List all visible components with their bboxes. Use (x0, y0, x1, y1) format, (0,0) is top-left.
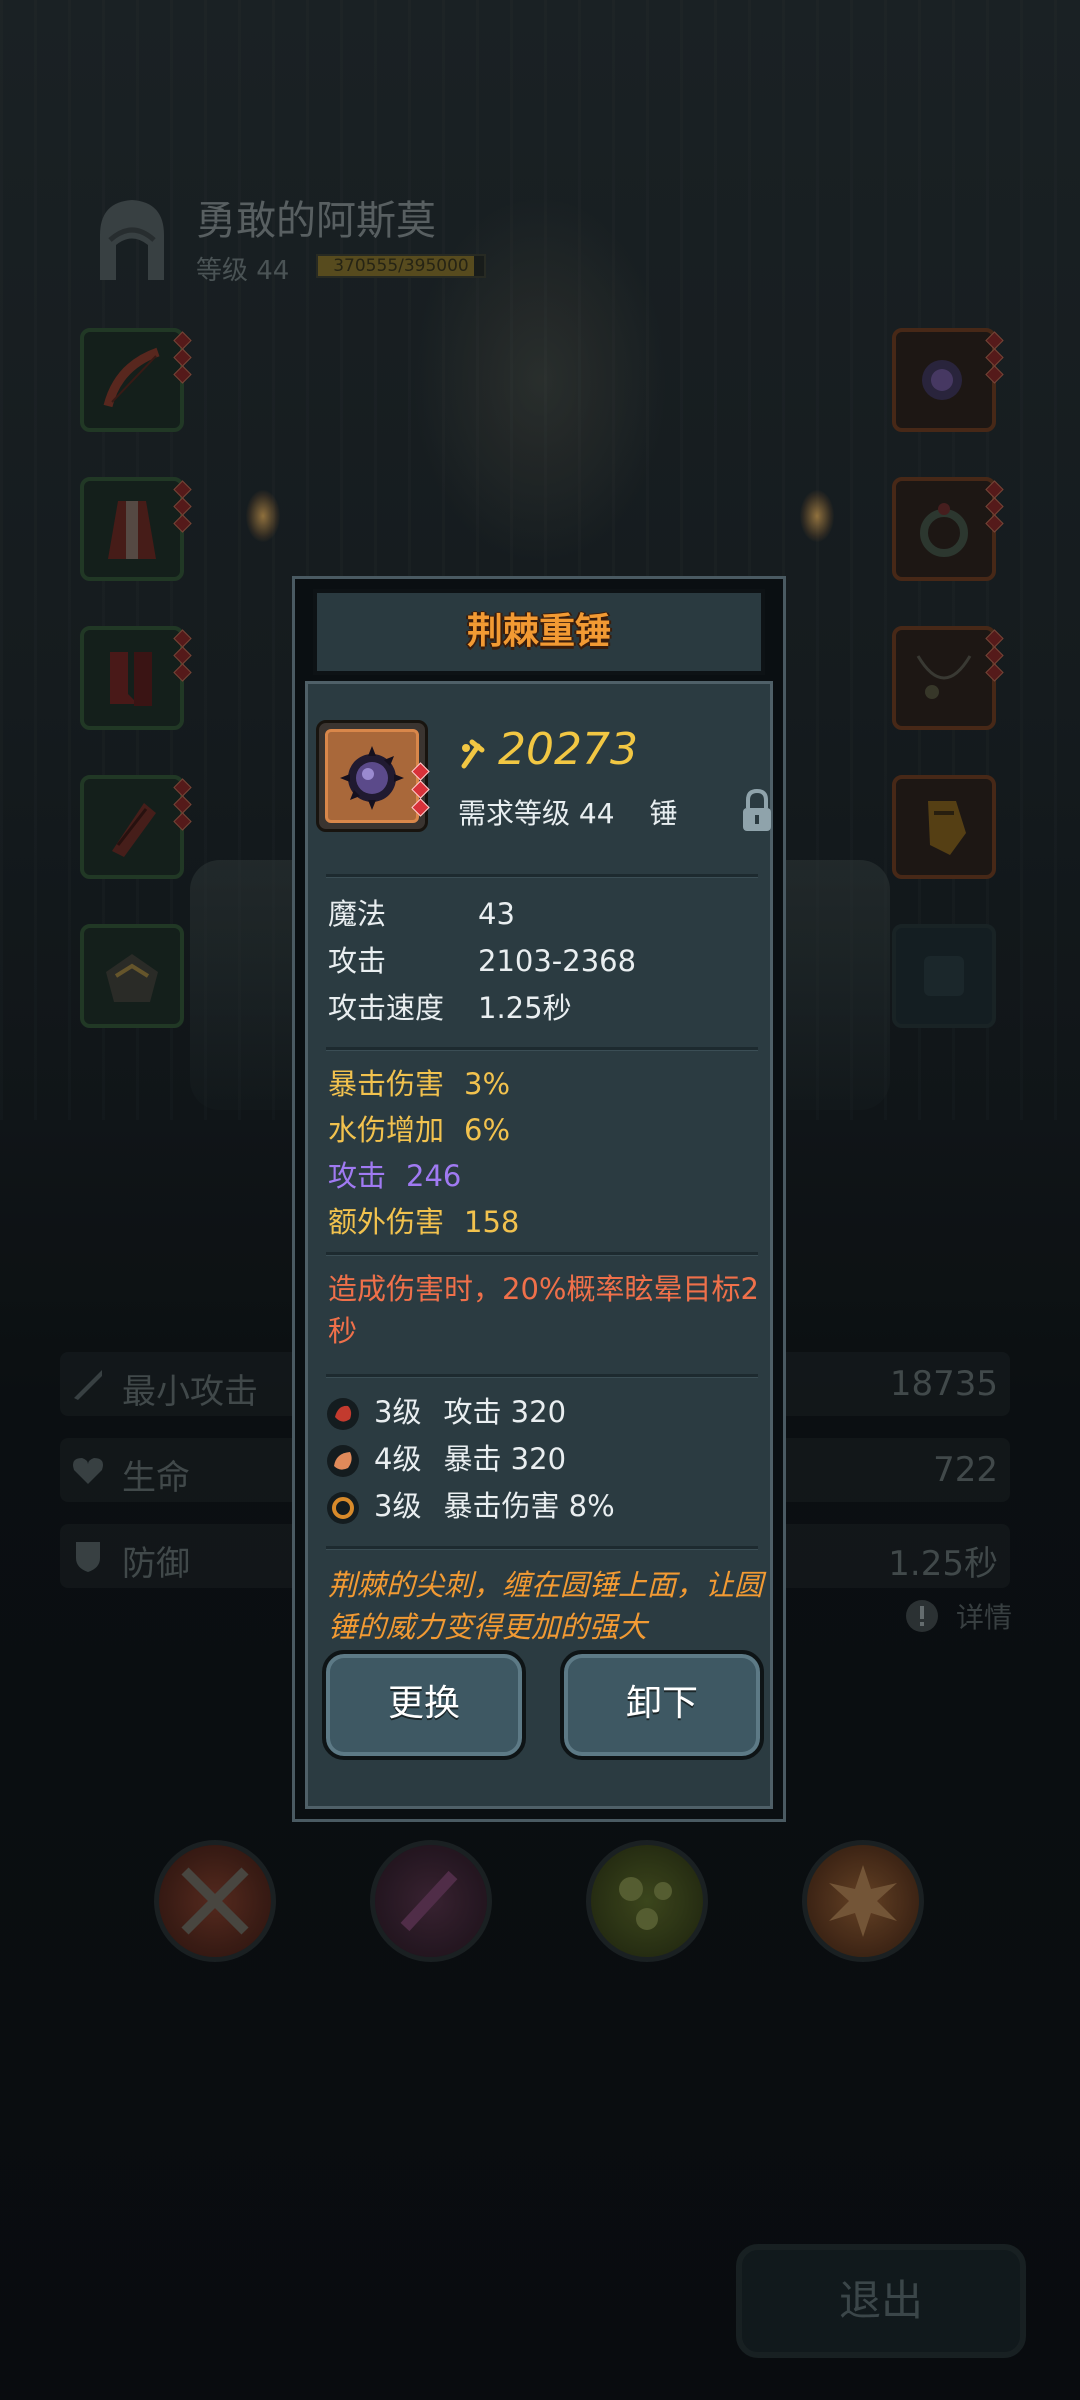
stat-value: 6% (464, 1113, 511, 1147)
item-icon-bg (325, 729, 419, 823)
item-icon-frame (316, 720, 430, 832)
gem-level: 4级 (374, 1442, 422, 1476)
power-value: 20273 (498, 724, 638, 775)
item-type: 锤 (649, 797, 678, 830)
gem-row: 3级 暴击伤害 8% (326, 1486, 615, 1526)
special-effect: 造成伤害时，20%概率眩晕目标2秒 (328, 1272, 759, 1348)
stat-label: 暴击伤害 (328, 1067, 445, 1101)
item-requirement: 需求等级 44 锤 (458, 792, 687, 832)
separator (326, 1374, 758, 1378)
stat-label: 攻击速度 (328, 991, 445, 1025)
base-stat-row: 攻击 2103-2368 (328, 941, 636, 981)
bonus-stat-row: 额外伤害 158 (328, 1202, 519, 1242)
gem-stat: 暴击 320 (443, 1442, 567, 1476)
unequip-button[interactable]: 卸下 (560, 1650, 764, 1760)
item-detail-dialog: 荆棘重锤 20273 需求等级 44 锤 魔法 43 攻击 2103-2368 … (292, 576, 786, 1822)
orange-gem-icon (327, 1445, 359, 1477)
separator (326, 1546, 758, 1550)
separator (326, 1252, 758, 1256)
item-name: 荆棘重锤 (466, 611, 611, 652)
stat-value: 1.25秒 (478, 991, 572, 1025)
separator (326, 874, 758, 878)
thorn-mace-icon (340, 746, 404, 810)
item-gem-pips (411, 762, 430, 819)
lock-icon[interactable] (740, 788, 774, 834)
gem-row: 3级 攻击 320 (326, 1392, 566, 1432)
gem-level: 3级 (374, 1395, 422, 1429)
bonus-stat-row: 水伤增加 6% (328, 1110, 510, 1150)
stat-label: 水伤增加 (328, 1113, 445, 1147)
required-level: 需求等级 44 (458, 797, 615, 830)
stat-value: 3% (464, 1067, 511, 1101)
base-stat-row: 魔法 43 (328, 894, 515, 934)
replace-button[interactable]: 更换 (322, 1650, 526, 1760)
flavor-text: 荆棘的尖刺，缠在圆锤上面，让圆锤的威力变得更加的强大 (328, 1568, 764, 1644)
power-icon (461, 739, 485, 769)
bonus-stat-row: 攻击 246 (328, 1156, 461, 1196)
bonus-stat-row: 暴击伤害 3% (328, 1064, 510, 1104)
stat-label: 额外伤害 (328, 1205, 445, 1239)
separator (326, 1047, 758, 1051)
stat-label: 攻击 (328, 1159, 387, 1193)
stat-label: 魔法 (328, 897, 387, 931)
amber-gem-icon (327, 1492, 359, 1524)
unequip-label: 卸下 (625, 1683, 698, 1724)
red-gem-icon (327, 1398, 359, 1430)
replace-label: 更换 (387, 1683, 460, 1724)
gem-stat: 攻击 320 (443, 1395, 567, 1429)
stat-value: 158 (464, 1205, 520, 1239)
gem-row: 4级 暴击 320 (326, 1439, 566, 1479)
gem-stat: 暴击伤害 8% (443, 1489, 615, 1523)
dialog-header: 荆棘重锤 (313, 589, 765, 675)
stat-label: 攻击 (328, 944, 387, 978)
dialog-body: 20273 需求等级 44 锤 魔法 43 攻击 2103-2368 攻击速度 1.2… (305, 681, 773, 1809)
stat-value: 246 (406, 1159, 462, 1193)
stat-value: 2103-2368 (478, 944, 637, 978)
base-stat-row: 攻击速度 1.25秒 (328, 988, 572, 1028)
gem-level: 3级 (374, 1489, 422, 1523)
stat-value: 43 (478, 897, 515, 931)
